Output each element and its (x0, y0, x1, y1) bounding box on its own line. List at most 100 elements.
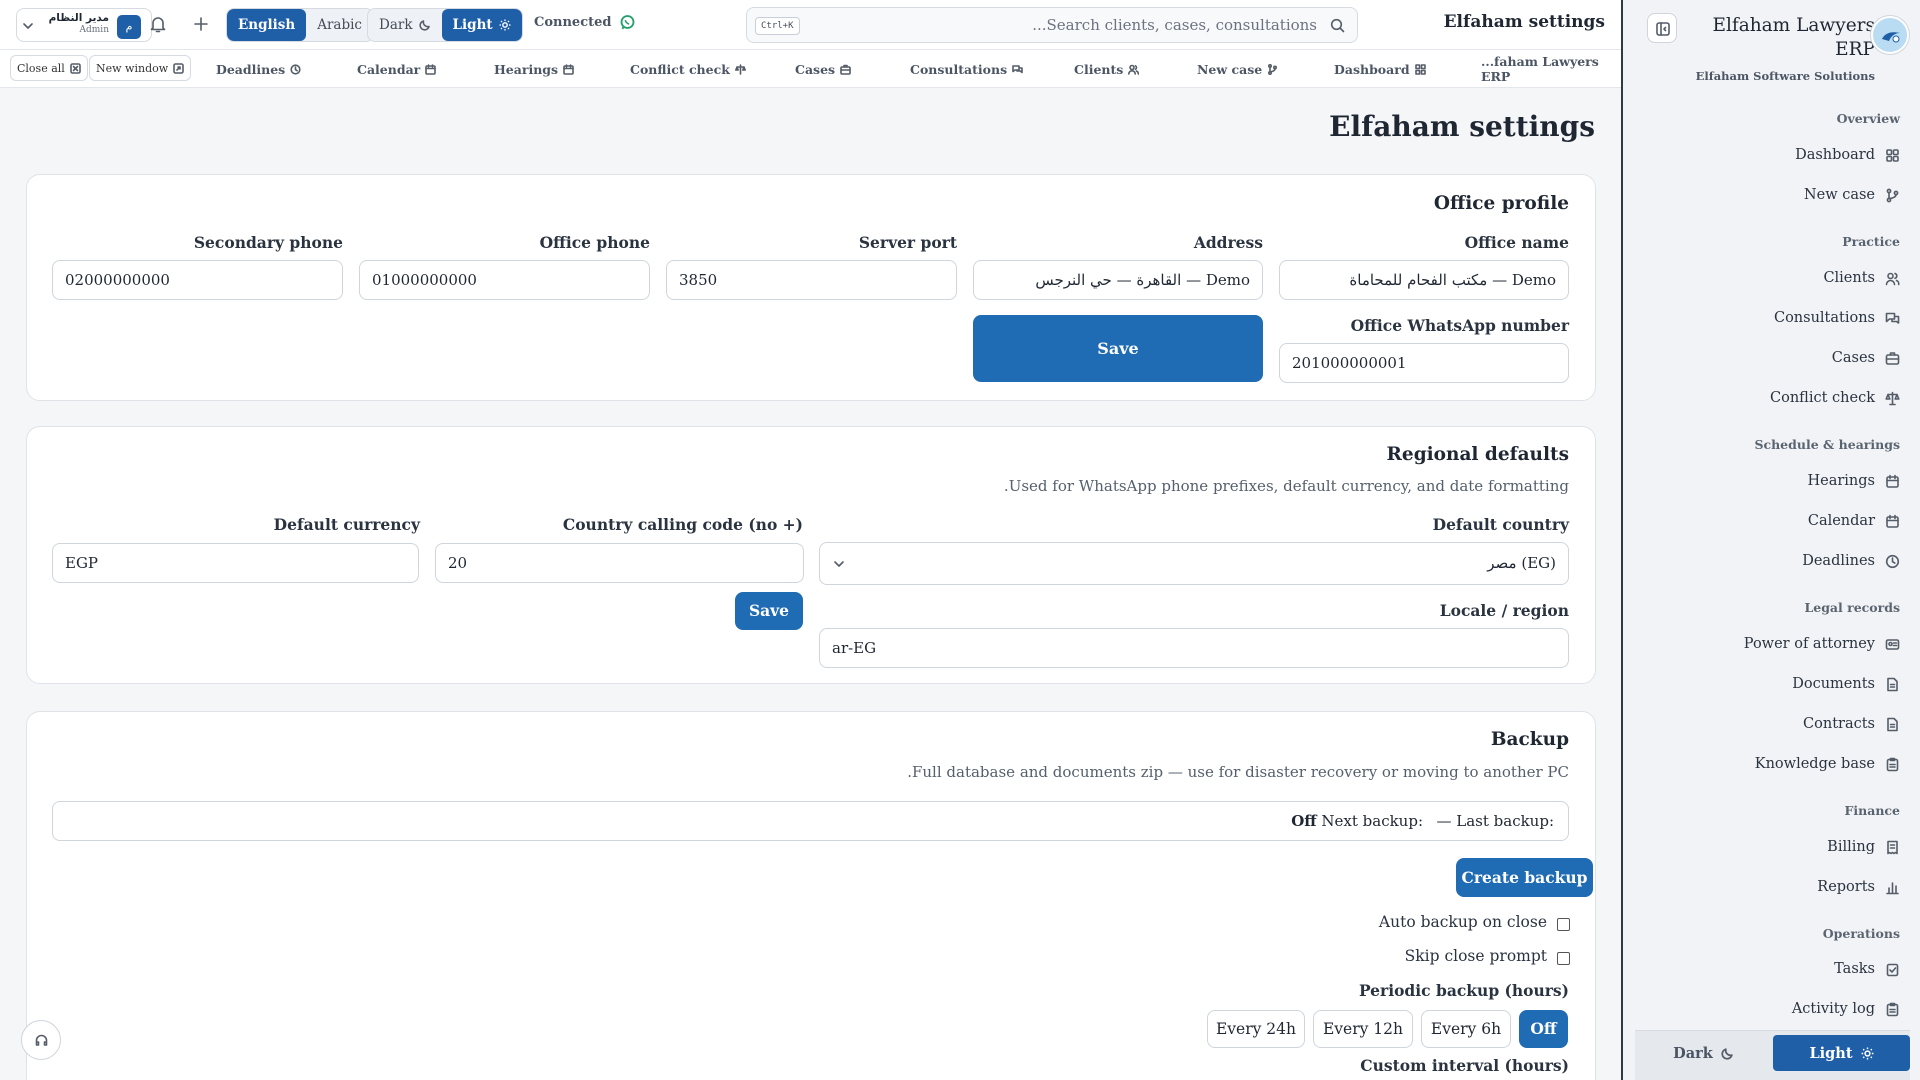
lang-arabic-button[interactable]: Arabic (306, 9, 373, 41)
periodic-6h-button[interactable]: Every 6h (1421, 1010, 1511, 1048)
default-country-select[interactable]: مصر (EG) (819, 542, 1569, 585)
bell-icon[interactable] (150, 16, 166, 33)
chat-icon (1012, 64, 1023, 73)
sidebar-item-new-case[interactable]: New case (1804, 184, 1900, 206)
tab-label: Deadlines (216, 61, 286, 77)
new-window-icon (173, 62, 184, 74)
secondary-phone-field[interactable]: 02000000000 (52, 260, 343, 300)
backup-description: .Full database and documents zip — use f… (907, 763, 1569, 781)
tab-home[interactable]: ...faham Lawyers ERP (1481, 50, 1621, 88)
office-profile-card: Office profile Office name مكتب الفحام ل… (26, 174, 1596, 401)
sidebar-item-knowledge-base[interactable]: Knowledge base (1755, 753, 1900, 775)
close-all-tabs-button[interactable]: Close all (10, 55, 88, 81)
regional-save-button[interactable]: Save (735, 592, 803, 630)
sidebar-item-conflict-check[interactable]: Conflict check (1770, 387, 1900, 409)
avatar: م (117, 15, 141, 39)
top-header: مدير النظام Admin م English Arabic Dark … (0, 0, 1621, 50)
briefcase-icon (840, 64, 851, 75)
connection-indicator: Connected (534, 14, 636, 31)
tab-calendar[interactable]: Calendar (357, 50, 437, 88)
sidebar-item-tasks[interactable]: Tasks (1834, 958, 1900, 980)
locale-field[interactable]: ar-EG (819, 628, 1569, 668)
close-all-label: Close all (17, 61, 65, 75)
skip-close-prompt-checkbox[interactable] (1557, 952, 1570, 965)
tab-new-case[interactable]: New case (1197, 50, 1278, 88)
sidebar-item-documents[interactable]: Documents (1792, 673, 1900, 695)
branch-icon (1886, 188, 1899, 202)
theme-light-label: Light (452, 17, 493, 33)
office-name-field[interactable]: مكتب الفحام للمحاماة — Demo (1279, 260, 1569, 300)
new-window-button[interactable]: New window (89, 55, 192, 81)
whatsapp-number-field[interactable]: 201000000001 (1279, 343, 1569, 383)
sidebar-item-hearings[interactable]: Hearings (1807, 470, 1900, 492)
calling-code-field[interactable]: 20 (435, 543, 804, 583)
sidebar-item-label: Reports (1817, 879, 1875, 895)
sidebar-item-label: Consultations (1773, 310, 1875, 326)
users-icon (1128, 64, 1140, 75)
backup-card: Backup .Full database and documents zip … (26, 711, 1596, 1080)
sidebar-item-billing[interactable]: Billing (1827, 836, 1900, 858)
sidebar-item-label: Billing (1827, 839, 1875, 855)
support-button[interactable] (21, 1020, 61, 1060)
collapse-sidebar-button[interactable] (1647, 13, 1677, 43)
sidebar-theme-light-button[interactable]: Light (1773, 1035, 1910, 1071)
sidebar-item-reports[interactable]: Reports (1817, 876, 1900, 898)
search-input[interactable]: ...Search clients, cases, consultations (1032, 16, 1317, 34)
periodic-off-button[interactable]: Off (1519, 1010, 1568, 1048)
office-profile-heading: Office profile (1433, 193, 1569, 214)
periodic-12h-button[interactable]: Every 12h (1313, 1010, 1413, 1048)
sidebar-item-activity-log[interactable]: Activity log (1792, 998, 1900, 1020)
sidebar-item-dashboard[interactable]: Dashboard (1795, 144, 1900, 166)
office-phone-field[interactable]: 01000000000 (359, 260, 650, 300)
tab-conflict-check[interactable]: Conflict check (630, 50, 746, 88)
tab-label: ...faham Lawyers ERP (1481, 54, 1599, 84)
periodic-24h-button[interactable]: Every 24h (1207, 1010, 1305, 1048)
sidebar-item-label: Clients (1823, 270, 1875, 286)
sidebar-item-label: Dashboard (1795, 147, 1875, 163)
server-port-field[interactable]: 3850 (666, 260, 957, 300)
office-profile-save-button[interactable]: Save (973, 315, 1263, 382)
nav-section-overview: Overview (1836, 111, 1900, 126)
tab-clients[interactable]: Clients (1074, 50, 1140, 88)
sidebar-theme-dark-button[interactable]: Dark (1635, 1035, 1772, 1071)
global-search[interactable]: Ctrl+K ...Search clients, cases, consult… (746, 7, 1358, 43)
sidebar-item-consultations[interactable]: Consultations (1774, 307, 1900, 329)
auto-backup-checkbox[interactable] (1557, 918, 1570, 931)
sidebar-item-cases[interactable]: Cases (1832, 347, 1900, 369)
document-icon (1887, 717, 1898, 731)
sidebar-item-clients[interactable]: Clients (1823, 267, 1900, 289)
user-menu-button[interactable]: مدير النظام Admin م (16, 8, 152, 42)
tab-consultations[interactable]: Consultations (910, 50, 1023, 88)
office-phone-label: Office phone (539, 233, 650, 252)
sidebar-item-power-of-attorney[interactable]: Power of attorney (1744, 633, 1900, 655)
sidebar-item-calendar[interactable]: Calendar (1808, 510, 1900, 532)
tab-cases[interactable]: Cases (795, 50, 851, 88)
address-field[interactable]: القاهرة — حي النرجس — Demo (973, 260, 1263, 300)
sidebar-item-label: Calendar (1807, 513, 1875, 529)
regional-heading: Regional defaults (1386, 444, 1569, 465)
server-port-label: Server port (858, 233, 957, 252)
skip-close-prompt-label: Skip close prompt (1404, 947, 1547, 965)
sidebar-item-label: Hearings (1807, 473, 1875, 489)
locale-label: Locale / region (1439, 601, 1569, 620)
tab-deadlines[interactable]: Deadlines (216, 50, 301, 88)
create-backup-button[interactable]: Create backup (1456, 858, 1593, 897)
connection-status: Connected (534, 15, 612, 30)
lang-english-button[interactable]: English (227, 9, 307, 41)
next-backup-value: Off (1291, 812, 1317, 830)
theme-light-button[interactable]: Light (441, 9, 522, 41)
sidebar-item-deadlines[interactable]: Deadlines (1802, 550, 1900, 572)
sidebar: Elfaham Lawyers ERP Elfaham Software Sol… (1621, 0, 1920, 1080)
tab-dashboard[interactable]: Dashboard (1334, 50, 1426, 88)
plus-icon[interactable] (194, 17, 208, 31)
branch-icon (1268, 63, 1278, 75)
nav-section-legal-records: Legal records (1804, 600, 1900, 615)
tab-label: Consultations (910, 61, 1008, 77)
theme-switch-header: Dark Light (367, 8, 523, 42)
sidebar-item-contracts[interactable]: Contracts (1803, 713, 1900, 735)
sidebar-theme-dark-label: Dark (1673, 1044, 1713, 1062)
default-currency-field[interactable]: EGP (52, 543, 419, 583)
sidebar-item-label: New case (1803, 187, 1875, 203)
theme-dark-button[interactable]: Dark (368, 9, 442, 41)
tab-hearings[interactable]: Hearings (494, 50, 574, 88)
